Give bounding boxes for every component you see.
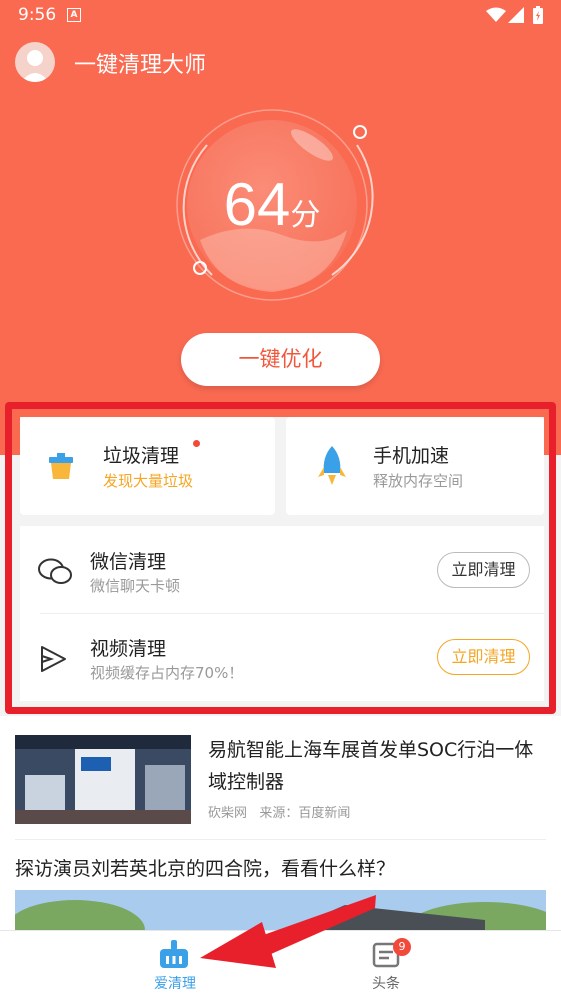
score-unit: 分 — [290, 198, 321, 233]
avatar[interactable] — [15, 42, 55, 82]
news-feed: 易航智能上海车展首发单SOC行泊一体域控制器 砍柴网 来源：百度新闻 探访演员刘… — [0, 716, 561, 940]
news-headline[interactable]: 探访演员刘若英北京的四合院，看看什么样？ — [15, 854, 395, 881]
wifi-icon — [486, 7, 506, 22]
news-meta: 砍柴网 来源：百度新闻 — [208, 802, 350, 821]
tab-headlines[interactable]: 9 头条 — [316, 931, 456, 998]
auto-show-image — [15, 735, 191, 824]
news-headline[interactable]: 易航智能上海车展首发单SOC行泊一体域控制器 — [208, 734, 548, 798]
score-display: 64分 — [172, 170, 372, 239]
notification-icon: A — [67, 8, 81, 22]
score-gauge[interactable]: 64分 — [172, 100, 392, 310]
tab-ai-clean[interactable]: 爱清理 — [105, 931, 245, 998]
signal-icon — [508, 7, 524, 23]
battery-icon — [533, 6, 543, 24]
news-origin: 来源：百度新闻 — [259, 806, 351, 821]
status-time: 9:56 — [18, 5, 57, 25]
bottom-tab-bar: 爱清理 9 头条 — [0, 930, 561, 998]
divider — [15, 839, 546, 840]
tab-label: 头条 — [372, 976, 400, 992]
user-icon — [21, 50, 49, 82]
broom-icon — [160, 940, 188, 968]
news-source: 砍柴网 — [208, 806, 248, 821]
app-title: 一键清理大师 — [74, 53, 207, 78]
tab-label: 爱清理 — [154, 976, 196, 992]
notification-badge: 9 — [393, 938, 411, 956]
one-click-optimize-button[interactable]: 一键优化 — [181, 333, 380, 386]
score-value: 64 — [223, 171, 291, 238]
highlight-frame — [5, 402, 556, 714]
status-bar: 9:56 A — [0, 0, 561, 30]
news-thumbnail[interactable] — [15, 735, 191, 824]
